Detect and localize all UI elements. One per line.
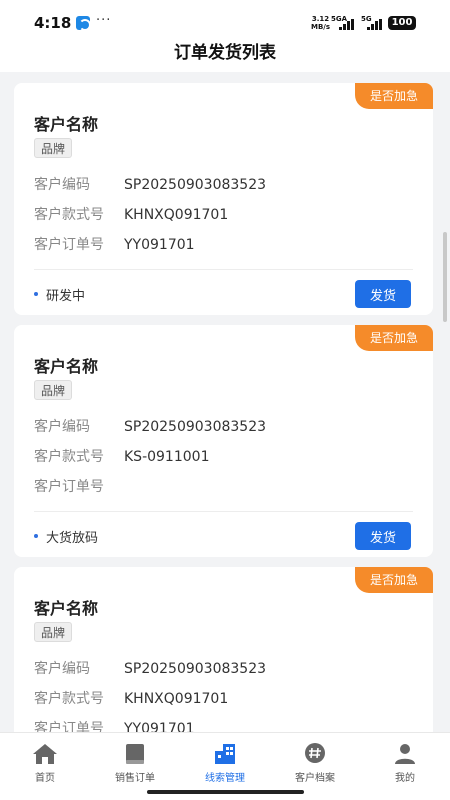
ship-button[interactable]: 发货	[355, 280, 411, 308]
tab-sales-orders[interactable]: 销售订单	[90, 739, 180, 789]
urgent-badge[interactable]: 是否加急	[355, 325, 433, 351]
customer-style-value: KHNXQ091701	[124, 691, 229, 707]
more-notifications-icon: ···	[96, 13, 112, 28]
customer-code-row: 客户编码 SP20250903083523	[34, 416, 266, 436]
customer-order-label: 客户订单号	[34, 479, 104, 495]
customer-code-value: SP20250903083523	[124, 661, 267, 677]
tab-customer-files[interactable]: 客户档案	[270, 739, 360, 789]
brand-tag: 品牌	[34, 380, 73, 400]
tab-label: 客户档案	[295, 773, 335, 784]
home-icon	[32, 743, 58, 765]
signal-icon	[339, 19, 355, 30]
customer-order-label: 客户订单号	[34, 237, 104, 253]
customer-code-value: SP20250903083523	[124, 177, 267, 193]
customer-order-label: 客户订单号	[34, 721, 104, 732]
order-card[interactable]: 是否加急 客户名称 品牌 客户编码 SP20250903083523 客户款式号 K…	[14, 83, 433, 315]
order-list[interactable]: 是否加急 客户名称 品牌 客户编码 SP20250903083523 客户款式号 K…	[0, 72, 450, 732]
order-card[interactable]: 是否加急 客户名称 品牌 客户编码 SP20250903083523 客户款式号 K…	[14, 325, 433, 557]
customer-style-label: 客户款式号	[34, 449, 104, 465]
book-icon	[122, 743, 148, 765]
tab-label: 我的	[395, 773, 415, 784]
customer-code-label: 客户编码	[34, 177, 90, 193]
customer-order-value: YY091701	[124, 721, 195, 732]
customer-code-label: 客户编码	[34, 419, 90, 435]
app-notification-icon	[76, 16, 91, 31]
tab-home[interactable]: 首页	[0, 739, 90, 789]
customer-name: 客户名称	[34, 357, 99, 376]
tab-label: 线索管理	[205, 773, 245, 784]
customer-code-label: 客户编码	[34, 661, 90, 677]
user-icon	[392, 743, 418, 765]
customer-code-value: SP20250903083523	[124, 419, 267, 435]
home-indicator[interactable]	[147, 790, 304, 794]
ship-button[interactable]: 发货	[355, 522, 411, 550]
customer-name: 客户名称	[34, 115, 99, 134]
order-status: 大货放码	[46, 531, 99, 546]
customer-style-value: KHNXQ091701	[124, 207, 229, 223]
order-card[interactable]: 是否加急 客户名称 品牌 客户编码 SP20250903083523 客户款式号 K…	[14, 567, 433, 732]
customer-name: 客户名称	[34, 599, 99, 618]
status-dot-icon	[34, 534, 38, 538]
scrollbar[interactable]	[443, 232, 447, 322]
tab-label: 首页	[35, 773, 55, 784]
status-dot-icon	[34, 292, 38, 296]
customer-style-row: 客户款式号 KHNXQ091701	[34, 204, 228, 224]
card-divider	[34, 511, 413, 512]
customer-style-value: KS-0911001	[124, 449, 210, 465]
urgent-badge[interactable]: 是否加急	[355, 83, 433, 109]
customer-code-row: 客户编码 SP20250903083523	[34, 174, 266, 194]
building-icon	[212, 743, 238, 765]
customer-style-row: 客户款式号 KHNXQ091701	[34, 688, 228, 708]
tab-label: 销售订单	[115, 773, 155, 784]
hashtag-chat-icon	[302, 743, 328, 765]
order-status: 研发中	[46, 289, 86, 304]
status-time: 4:18	[34, 14, 72, 32]
battery-icon: 100	[388, 16, 416, 30]
customer-order-value: YY091701	[124, 237, 195, 253]
network-speed: 3.12 MB/s	[311, 15, 330, 31]
customer-order-row: 客户订单号 YY091701	[34, 234, 195, 254]
customer-style-row: 客户款式号 KS-0911001	[34, 446, 209, 466]
customer-style-label: 客户款式号	[34, 207, 104, 223]
tab-mine[interactable]: 我的	[360, 739, 450, 789]
speed-value: 3.12	[311, 15, 330, 23]
customer-order-row: 客户订单号 YY091701	[34, 718, 195, 732]
speed-unit: MB/s	[311, 23, 331, 31]
customer-style-label: 客户款式号	[34, 691, 104, 707]
signal-icon-2	[367, 19, 383, 30]
card-divider	[34, 269, 413, 270]
customer-order-row: 客户订单号	[34, 476, 124, 496]
urgent-badge[interactable]: 是否加急	[355, 567, 433, 593]
tab-lead-management[interactable]: 线索管理	[180, 739, 270, 789]
brand-tag: 品牌	[34, 622, 73, 642]
customer-code-row: 客户编码 SP20250903083523	[34, 658, 266, 678]
brand-tag: 品牌	[34, 138, 73, 158]
page-title: 订单发货列表	[174, 43, 276, 63]
